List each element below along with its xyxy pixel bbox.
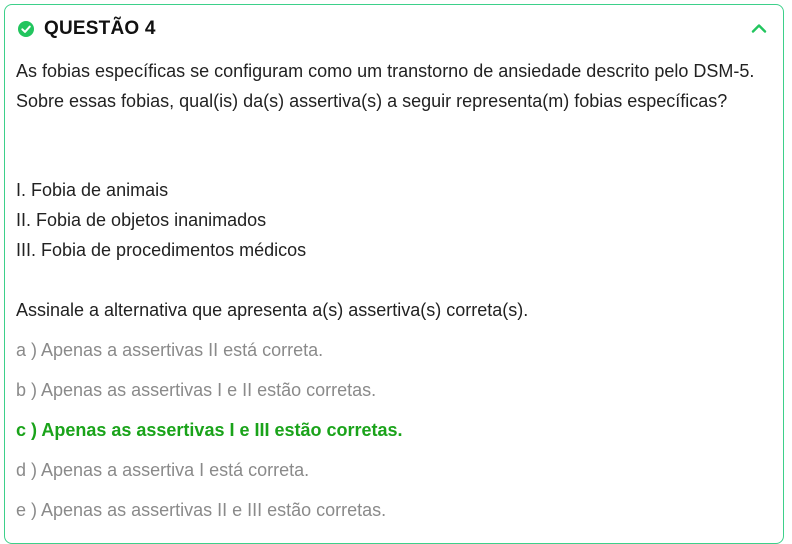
- chevron-up-icon[interactable]: [751, 22, 767, 34]
- answer-option-c[interactable]: c ) Apenas as assertivas I e III estão c…: [16, 415, 403, 445]
- answer-option-a[interactable]: a ) Apenas a assertivas II está correta.: [16, 335, 323, 365]
- assertive-item: II. Fobia de objetos inanimados: [16, 210, 267, 230]
- answer-option-e[interactable]: e ) Apenas as assertivas II e III estão …: [16, 495, 386, 525]
- answer-option-b[interactable]: b ) Apenas as assertivas I e II estão co…: [16, 375, 376, 405]
- question-header[interactable]: QUESTÃO 4: [5, 5, 783, 53]
- assertive-item: I. Fobia de animais: [16, 180, 169, 200]
- question-card: QUESTÃO 4 As fobias específicas se confi…: [4, 4, 784, 544]
- question-instruction: Assinale a alternativa que apresenta a(s…: [16, 300, 529, 320]
- question-title: QUESTÃO 4: [44, 18, 156, 39]
- check-circle-icon: [18, 21, 34, 37]
- assertive-item: III. Fobia de procedimentos médicos: [16, 240, 307, 260]
- answer-option-d[interactable]: d ) Apenas a assertiva I está correta.: [16, 455, 309, 485]
- question-statement: As fobias específicas se configuram como…: [16, 61, 755, 111]
